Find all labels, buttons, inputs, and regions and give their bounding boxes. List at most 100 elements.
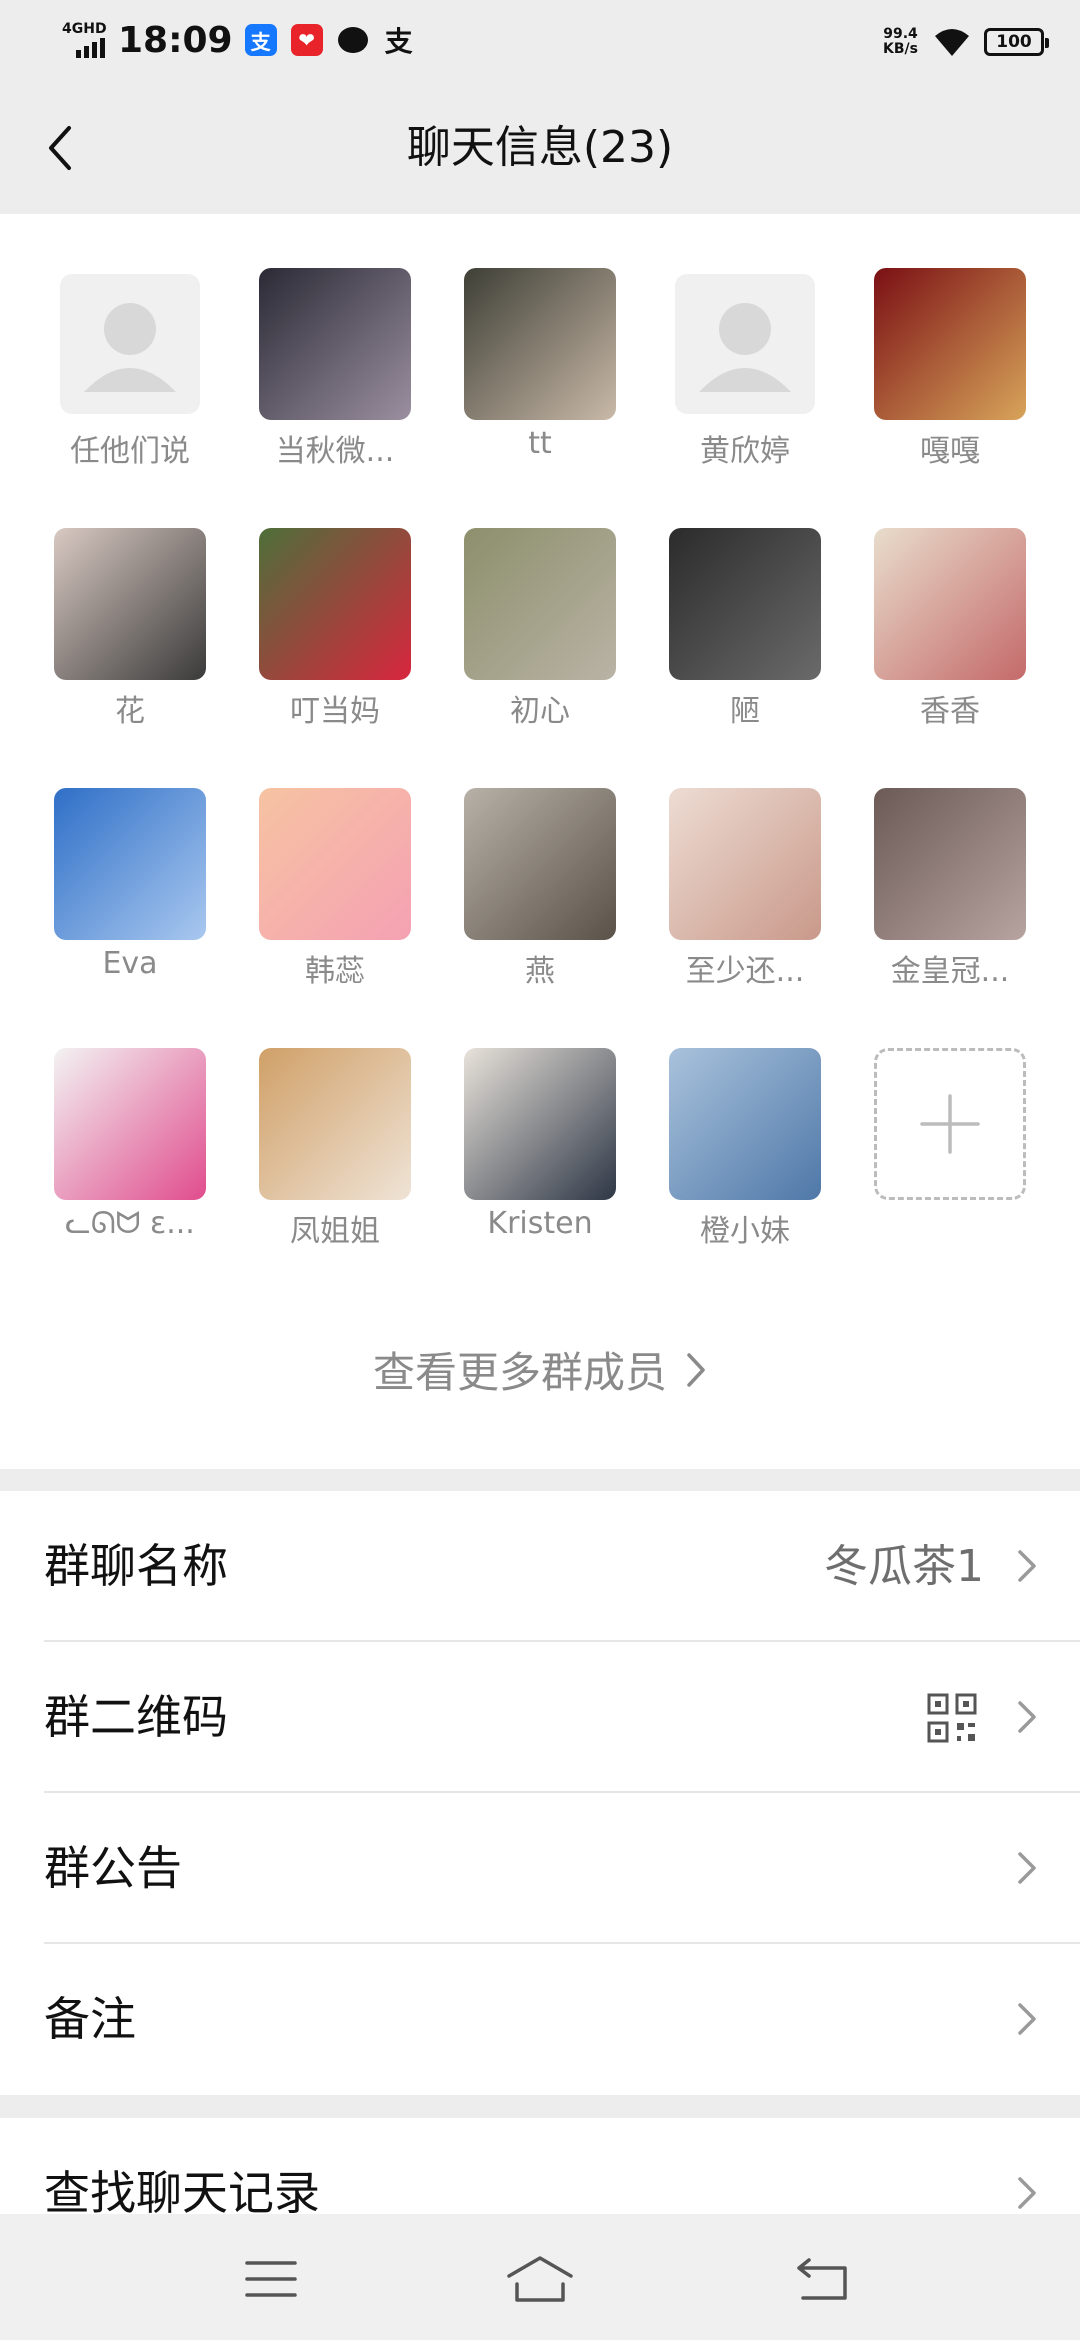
- member-item[interactable]: 燕: [460, 734, 620, 989]
- member-name: 花: [115, 694, 145, 729]
- avatar: [259, 268, 411, 420]
- avatar: [259, 1048, 411, 1200]
- member-item[interactable]: 至少还...: [665, 734, 825, 989]
- member-item[interactable]: 当秋微...: [255, 214, 415, 469]
- member-name: 金皇冠...: [890, 954, 1010, 989]
- member-name: 香香: [920, 694, 980, 729]
- member-name: 嘎嘎: [920, 434, 980, 469]
- cellular-signal-icon: 4GHD: [62, 20, 110, 60]
- network-speed: 99.4 KB/s: [883, 26, 918, 57]
- battery-icon: 100: [984, 28, 1049, 56]
- member-item[interactable]: 任他们说: [50, 214, 210, 469]
- avatar: [259, 788, 411, 940]
- avatar: [54, 788, 206, 940]
- members-section: 任他们说 当秋微... tt 黄欣婷 嘎嘎花 叮当妈 初心 陋 香香 Eva 韩蕊 燕 至少还... 金皇…: [0, 214, 1080, 1469]
- network-type: 4GHD: [62, 21, 107, 37]
- avatar: [669, 1048, 821, 1200]
- chevron-right-icon: [1018, 1701, 1036, 1733]
- avatar: [464, 268, 616, 420]
- member-item[interactable]: 韩蕊: [255, 734, 415, 989]
- member-item[interactable]: 橙小妹: [665, 994, 825, 1249]
- home-button[interactable]: [505, 2244, 575, 2314]
- avatar: [54, 1048, 206, 1200]
- row-value: 冬瓜茶1: [824, 1541, 984, 1592]
- view-more-members-label: 查看更多群成员: [372, 1348, 667, 1397]
- row-label: 备注: [44, 1992, 136, 2046]
- avatar: [54, 528, 206, 680]
- avatar: [464, 788, 616, 940]
- status-bar: 4GHD 18:09 支 ❤ 支 99.4 KB/s 100: [0, 0, 1080, 82]
- member-item[interactable]: ᓚᘏᗢ ε...: [50, 994, 210, 1241]
- message-icon: [337, 24, 369, 56]
- member-item[interactable]: Eva: [50, 734, 210, 981]
- member-name: 凤姐姐: [290, 1214, 380, 1249]
- member-item[interactable]: 嘎嘎: [870, 214, 1030, 469]
- member-name: 任他们说: [70, 434, 190, 469]
- person-silhouette-icon: [699, 303, 791, 392]
- member-item[interactable]: 叮当妈: [255, 474, 415, 729]
- avatar: [874, 268, 1026, 420]
- member-name: Kristen: [487, 1206, 593, 1241]
- row-label: 群聊名称: [44, 1539, 228, 1593]
- member-item[interactable]: 花: [50, 474, 210, 729]
- member-name: 叮当妈: [290, 694, 380, 729]
- member-name: 当秋微...: [275, 434, 395, 469]
- view-more-members-button[interactable]: 查看更多群成员: [0, 1339, 1080, 1400]
- member-name: tt: [528, 426, 552, 461]
- member-item[interactable]: 初心: [460, 474, 620, 729]
- chevron-right-icon: [687, 1352, 705, 1387]
- row-label: 群公告: [44, 1841, 182, 1895]
- return-icon: [797, 2258, 847, 2300]
- member-item[interactable]: 黄欣婷: [665, 214, 825, 469]
- member-name: 陋: [730, 694, 760, 729]
- page-title: 聊天信息(23): [406, 122, 674, 173]
- person-silhouette-icon: [84, 303, 176, 392]
- avatar: [669, 788, 821, 940]
- home-icon: [507, 2256, 573, 2302]
- group-name-row[interactable]: 群聊名称 冬瓜茶1: [0, 1491, 1080, 1642]
- settings-group-main: 群聊名称 冬瓜茶1 群二维码群公告备注: [0, 1491, 1080, 2095]
- title-bar: 聊天信息(23): [0, 82, 1080, 214]
- default-avatar: [60, 274, 200, 414]
- member-name: 橙小妹: [700, 1214, 790, 1249]
- member-name: 燕: [525, 954, 555, 989]
- member-name: 初心: [510, 694, 570, 729]
- avatar: [669, 528, 821, 680]
- menu-button[interactable]: [236, 2244, 306, 2314]
- chevron-right-icon: [1018, 2003, 1036, 2035]
- chevron-right-icon: [1018, 1852, 1036, 1884]
- add-member-button[interactable]: [870, 994, 1030, 1234]
- avatar: [874, 528, 1026, 680]
- member-name: 至少还...: [685, 954, 805, 989]
- member-name: Eva: [102, 946, 158, 981]
- member-name: 黄欣婷: [700, 434, 790, 469]
- avatar: [464, 528, 616, 680]
- row-label: 群二维码: [44, 1690, 228, 1744]
- member-item[interactable]: 金皇冠...: [870, 734, 1030, 989]
- chevron-right-icon: [1018, 1550, 1036, 1582]
- member-item[interactable]: 陋: [665, 474, 825, 729]
- red-app-icon: ❤: [290, 24, 323, 56]
- system-nav-bar: [0, 2214, 1080, 2340]
- member-item[interactable]: 香香: [870, 474, 1030, 729]
- remark-row[interactable]: 备注: [0, 1944, 1080, 2095]
- return-button[interactable]: [788, 2244, 858, 2314]
- member-item[interactable]: 凤姐姐: [255, 994, 415, 1249]
- avatar: [874, 788, 1026, 940]
- menu-icon: [245, 2261, 297, 2297]
- wifi-icon: [935, 29, 969, 56]
- add-member-box: [874, 1048, 1026, 1200]
- member-item[interactable]: tt: [460, 214, 620, 461]
- group-announcement-row[interactable]: 群公告: [0, 1793, 1080, 1944]
- clock: 18:09: [118, 19, 233, 61]
- avatar: [464, 1048, 616, 1200]
- member-item[interactable]: Kristen: [460, 994, 620, 1241]
- qr-code-icon: [927, 1693, 977, 1743]
- plus-icon: [920, 1094, 980, 1154]
- group-qr-code-row[interactable]: 群二维码: [0, 1642, 1080, 1793]
- default-avatar: [675, 274, 815, 414]
- chevron-right-icon: [1018, 2177, 1036, 2209]
- alipay-icon: 支: [244, 24, 277, 56]
- avatar: [259, 528, 411, 680]
- member-name: 韩蕊: [305, 954, 365, 989]
